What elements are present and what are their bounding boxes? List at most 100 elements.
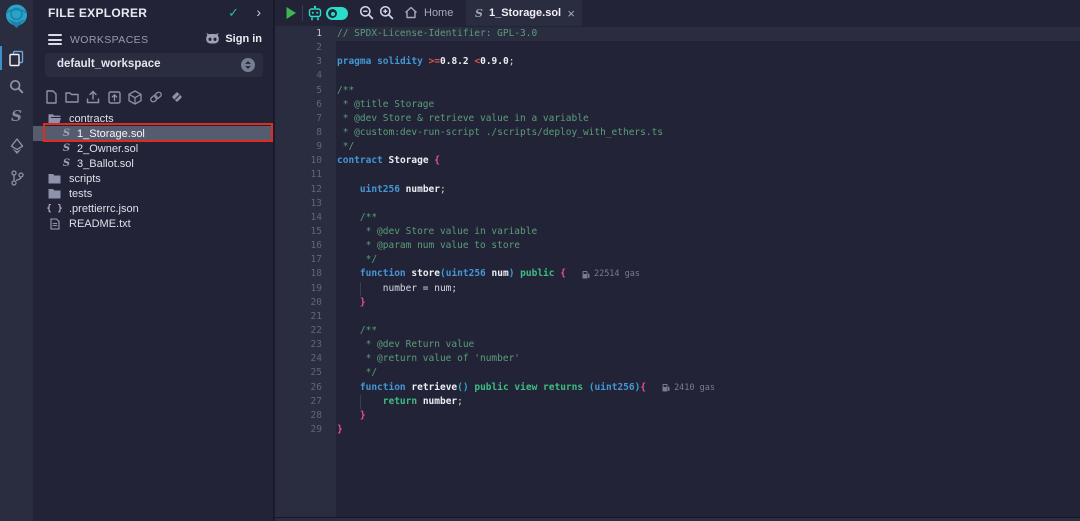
code-editor[interactable]: 1// SPDX-License-Identifier: GPL-3.023pr… — [275, 26, 1080, 521]
sidebar-item-file-explorer[interactable] — [0, 45, 33, 71]
panel-header: FILE EXPLORER ✓ › — [33, 0, 273, 26]
tree-item-3-ballot-sol[interactable]: S3_Ballot.sol — [33, 156, 273, 171]
code-line-9[interactable]: 9 */ — [275, 140, 1080, 154]
tree-item-2-owner-sol[interactable]: S2_Owner.sol — [33, 141, 273, 156]
ai-copilot-robot-icon[interactable] — [307, 5, 323, 21]
active-tab-label: 1_Storage.sol — [489, 7, 561, 19]
code-line-14[interactable]: 14 /** — [275, 211, 1080, 225]
code-line-6[interactable]: 6 * @title Storage — [275, 98, 1080, 112]
upload-file-icon[interactable] — [86, 89, 100, 105]
solidity-file-icon: S — [475, 7, 483, 20]
home-tab-label: Home — [424, 7, 453, 19]
code-line-16[interactable]: 16 * @param num value to store — [275, 239, 1080, 253]
line-number: 2 — [275, 41, 322, 55]
code-line-23[interactable]: 23 * @dev Return value — [275, 338, 1080, 352]
code-lines[interactable]: 1// SPDX-License-Identifier: GPL-3.023pr… — [275, 26, 1080, 437]
cube-icon[interactable] — [128, 89, 142, 105]
tree-item-scripts[interactable]: scripts — [33, 171, 273, 186]
home-tab[interactable]: Home — [404, 6, 453, 19]
line-number: 21 — [275, 310, 322, 324]
workspaces-label: WORKSPACES — [70, 34, 148, 46]
search-icon — [9, 79, 24, 94]
code-line-27[interactable]: 27 return number; — [275, 395, 1080, 409]
code-line-15[interactable]: 15 * @dev Store value in variable — [275, 225, 1080, 239]
line-number: 9 — [275, 140, 322, 154]
close-tab-icon[interactable]: × — [567, 7, 575, 20]
code-line-20[interactable]: 20 } — [275, 296, 1080, 310]
line-number: 24 — [275, 352, 322, 366]
tree-item--prettierrc-json[interactable]: { }.prettierrc.json — [33, 201, 273, 216]
code-line-11[interactable]: 11 — [275, 168, 1080, 182]
editor-region: Home S 1_Storage.sol × 1// SPDX-License-… — [273, 0, 1080, 521]
link-icon[interactable] — [149, 89, 163, 105]
panel-title: FILE EXPLORER — [48, 6, 147, 20]
sidebar-item-git[interactable] — [0, 165, 33, 191]
check-icon[interactable]: ✓ — [228, 5, 239, 21]
gas-estimate-badge: 22514 gas — [582, 267, 640, 281]
code-line-24[interactable]: 24 * @return value of 'number' — [275, 352, 1080, 366]
json-file-icon: { } — [46, 204, 62, 214]
code-line-17[interactable]: 17 */ — [275, 253, 1080, 267]
code-line-25[interactable]: 25 */ — [275, 366, 1080, 380]
code-line-4[interactable]: 4 — [275, 69, 1080, 83]
code-line-19[interactable]: 19 number = num; — [275, 282, 1080, 296]
code-line-1[interactable]: 1// SPDX-License-Identifier: GPL-3.0 — [275, 27, 1080, 41]
ethereum-icon — [10, 138, 24, 155]
line-number: 1 — [275, 27, 322, 41]
code-line-22[interactable]: 22 /** — [275, 324, 1080, 338]
line-number: 6 — [275, 98, 322, 112]
tree-item-label: 2_Owner.sol — [77, 143, 138, 155]
code-line-29[interactable]: 29} — [275, 423, 1080, 437]
tab-1-storage-sol[interactable]: S 1_Storage.sol × — [466, 0, 582, 26]
code-line-8[interactable]: 8 * @custom:dev-run-script ./scripts/dep… — [275, 126, 1080, 140]
code-line-18[interactable]: 18 function store(uint256 num) public {2… — [275, 267, 1080, 281]
code-line-12[interactable]: 12 uint256 number; — [275, 183, 1080, 197]
activity-bar: S — [0, 0, 33, 521]
line-number: 5 — [275, 84, 322, 98]
workspace-select[interactable]: default_workspace — [45, 53, 263, 77]
code-line-2[interactable]: 2 — [275, 41, 1080, 55]
code-line-7[interactable]: 7 * @dev Store & retrieve value in a var… — [275, 112, 1080, 126]
code-line-3[interactable]: 3pragma solidity >=0.8.2 <0.9.0; — [275, 55, 1080, 69]
upload-folder-icon[interactable] — [107, 89, 121, 105]
line-number: 16 — [275, 239, 322, 253]
code-line-28[interactable]: 28 } — [275, 409, 1080, 423]
line-number: 25 — [275, 366, 322, 380]
line-number: 23 — [275, 338, 322, 352]
hamburger-menu-icon[interactable] — [48, 34, 62, 48]
sidebar-item-solidity-compiler[interactable]: S — [0, 103, 33, 129]
tree-item-label: 1_Storage.sol — [77, 128, 145, 140]
new-folder-icon[interactable] — [65, 89, 79, 105]
tree-item-tests[interactable]: tests — [33, 186, 273, 201]
toolbar-divider — [302, 5, 303, 21]
remix-logo[interactable] — [3, 3, 30, 30]
diamond-icon[interactable] — [170, 89, 184, 105]
code-line-10[interactable]: 10contract Storage { — [275, 154, 1080, 168]
code-line-21[interactable]: 21 — [275, 310, 1080, 324]
code-line-26[interactable]: 26 function retrieve() public view retur… — [275, 381, 1080, 395]
tree-item-1-storage-sol[interactable]: S 1_Storage.sol — [33, 126, 273, 141]
code-line-13[interactable]: 13 — [275, 197, 1080, 211]
new-file-icon[interactable] — [44, 89, 58, 105]
line-number: 12 — [275, 183, 322, 197]
zoom-in-icon[interactable] — [379, 5, 394, 20]
tree-item-label: scripts — [69, 173, 101, 185]
editor-tabbar: Home S 1_Storage.sol × — [275, 0, 1080, 26]
tree-item-readme-txt[interactable]: README.txt — [33, 216, 273, 231]
sidebar-item-deploy-run[interactable] — [0, 133, 33, 159]
line-number: 22 — [275, 324, 322, 338]
terminal-collapsed-strip[interactable] — [275, 517, 1080, 521]
sidebar-item-search[interactable] — [0, 73, 33, 99]
tree-item-contracts[interactable]: contracts — [33, 111, 273, 126]
line-number: 7 — [275, 112, 322, 126]
code-line-5[interactable]: 5/** — [275, 84, 1080, 98]
run-play-button[interactable] — [285, 6, 297, 20]
sign-in-button[interactable]: Sign in — [205, 32, 262, 45]
chevron-right-icon[interactable]: › — [256, 4, 261, 20]
zoom-out-icon[interactable] — [359, 5, 374, 20]
solidity-file-icon: S — [63, 128, 70, 139]
tree-item-label: tests — [69, 188, 92, 200]
line-number: 17 — [275, 253, 322, 267]
line-number: 26 — [275, 381, 322, 395]
ai-copilot-toggle[interactable] — [326, 7, 348, 20]
